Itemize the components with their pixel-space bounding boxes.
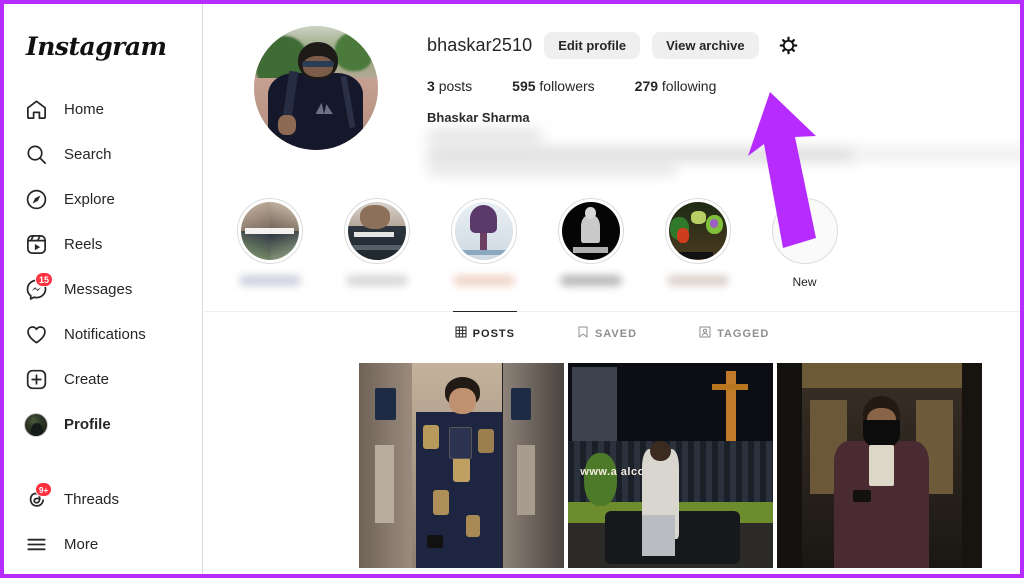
profile-header: bhaskar2510 Edit profile View archive 3 … — [204, 4, 1020, 175]
profile-full-name: Bhaskar Sharma — [427, 110, 530, 125]
tab-tagged[interactable]: TAGGED — [697, 311, 771, 353]
tab-saved-label: SAVED — [594, 327, 638, 340]
sidebar-item-label: Profile — [64, 416, 111, 433]
sidebar-item-home[interactable]: Home — [4, 87, 202, 132]
threads-icon: 9+ — [24, 481, 53, 512]
stat-posts[interactable]: 3 posts — [427, 78, 472, 94]
story-highlights: New — [204, 180, 1020, 289]
sidebar-item-create[interactable]: Create — [4, 357, 202, 402]
highlight-item[interactable] — [216, 198, 323, 289]
plus-icon — [771, 198, 838, 264]
sidebar-item-label: Messages — [64, 281, 133, 298]
sidebar-item-label: Reels — [64, 236, 103, 253]
sidebar-item-label: Explore — [64, 191, 115, 208]
instagram-logo[interactable]: Instagram — [26, 32, 202, 61]
gear-icon[interactable] — [777, 33, 801, 57]
profile-tabs: POSTS SAVED TAGGED — [204, 311, 1020, 353]
post-thumbnail[interactable] — [359, 363, 564, 568]
tab-tagged-label: TAGGED — [717, 327, 770, 340]
sidebar-item-notifications[interactable]: Notifications — [4, 312, 202, 357]
threads-badge: 9+ — [35, 481, 53, 497]
new-highlight-button[interactable]: New — [751, 198, 858, 289]
highlight-item[interactable] — [644, 198, 751, 289]
sidebar-item-threads[interactable]: 9+ Threads — [4, 477, 202, 522]
sidebar-item-label: Home — [64, 101, 105, 118]
sidebar-item-more[interactable]: More — [4, 522, 202, 567]
sidebar-item-profile[interactable]: Profile — [4, 402, 202, 447]
profile-username: bhaskar2510 — [427, 34, 533, 55]
sidebar: Instagram Home Search Explore Reels 15 M… — [4, 4, 203, 574]
highlight-label-redacted — [452, 275, 515, 286]
search-icon — [24, 143, 48, 167]
highlight-label-redacted — [345, 275, 408, 286]
grid-icon — [455, 326, 467, 341]
tab-posts-label: POSTS — [472, 327, 515, 340]
hamburger-menu-icon — [24, 533, 48, 557]
sidebar-item-search[interactable]: Search — [4, 132, 202, 177]
stat-following-label: following — [661, 78, 717, 94]
highlight-item[interactable] — [323, 198, 430, 289]
sidebar-item-label: Threads — [64, 491, 120, 508]
reels-icon — [24, 233, 48, 257]
stat-posts-value: 3 — [427, 78, 435, 94]
plus-square-icon — [24, 368, 48, 392]
heart-icon — [24, 323, 48, 347]
profile-avatar-icon — [24, 412, 48, 437]
view-archive-button[interactable]: View archive — [652, 31, 759, 59]
sidebar-item-label: Notifications — [64, 326, 146, 343]
messages-badge: 15 — [35, 271, 54, 287]
bookmark-icon — [577, 326, 589, 341]
screenshot-frame: Instagram Home Search Explore Reels 15 M… — [0, 0, 1024, 578]
highlight-item[interactable] — [537, 198, 644, 289]
home-icon — [24, 98, 48, 122]
posts-grid: www.a alco.com — [204, 363, 1020, 568]
tab-saved[interactable]: SAVED — [575, 311, 639, 353]
stat-posts-label: posts — [438, 78, 473, 94]
stat-followers[interactable]: 595 followers — [512, 78, 595, 94]
tab-posts[interactable]: POSTS — [452, 311, 517, 353]
compass-icon — [24, 188, 48, 212]
sidebar-item-explore[interactable]: Explore — [4, 177, 202, 222]
stat-followers-label: followers — [539, 78, 595, 94]
profile-picture-column — [204, 26, 427, 174]
highlight-label-redacted — [238, 275, 301, 286]
edit-profile-button[interactable]: Edit profile — [544, 31, 641, 59]
highlight-label-redacted — [559, 275, 622, 286]
highlight-label-redacted — [666, 275, 729, 286]
sidebar-item-label: Create — [64, 371, 110, 388]
profile-bio-redacted — [427, 130, 1020, 175]
profile-actions-row: bhaskar2510 Edit profile View archive — [427, 30, 1020, 60]
profile-stats-row: 3 posts 595 followers 279 following — [427, 78, 1020, 94]
stat-followers-value: 595 — [512, 78, 536, 94]
tagged-icon — [699, 326, 711, 341]
profile-main: bhaskar2510 Edit profile View archive 3 … — [204, 4, 1020, 574]
stat-following[interactable]: 279 following — [635, 78, 717, 94]
new-highlight-label: New — [792, 275, 817, 289]
post-thumbnail[interactable] — [777, 363, 982, 568]
messenger-icon: 15 — [24, 271, 54, 302]
sidebar-item-reels[interactable]: Reels — [4, 222, 202, 267]
stat-following-value: 279 — [634, 78, 659, 94]
sidebar-item-label: Search — [64, 146, 112, 163]
highlight-item[interactable] — [430, 198, 537, 289]
sidebar-item-messages[interactable]: 15 Messages — [4, 267, 202, 312]
sidebar-item-label: More — [64, 536, 99, 553]
profile-picture[interactable] — [253, 26, 378, 150]
post-thumbnail[interactable]: www.a alco.com — [568, 363, 773, 568]
profile-info: bhaskar2510 Edit profile View archive 3 … — [427, 26, 1020, 175]
